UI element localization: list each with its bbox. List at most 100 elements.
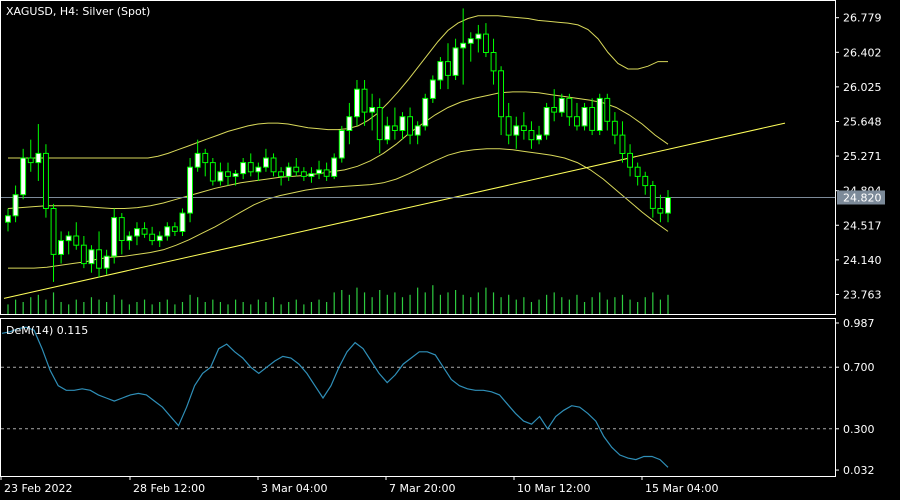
bull-candle [338,130,345,159]
bull-candle [452,47,459,76]
dem-tick-label: 0.987 [843,317,875,330]
bear-candle [611,120,618,136]
bull-candle [111,217,118,257]
bull-candle [126,235,133,242]
bull-candle [665,197,671,214]
bull-candle [422,97,429,127]
bull-candle [513,125,520,136]
price-tick-label: 26.402 [843,46,882,59]
bull-candle [429,79,436,99]
time-tick-label: 23 Feb 2022 [4,482,72,495]
bull-candle [369,107,376,113]
dem-indicator-label: DeM(14) 0.115 [6,324,88,337]
bear-candle [323,169,330,177]
bull-candle [308,173,315,177]
bear-candle [483,33,489,53]
bull-candle [187,166,194,214]
bull-candle [5,215,11,223]
bear-candle [619,134,626,155]
bear-candle [649,185,656,209]
bear-candle [50,208,57,255]
price-tick-label: 25.271 [843,150,882,163]
bull-candle [596,97,603,131]
bull-candle [467,38,474,44]
bear-candle [627,152,633,168]
bull-candle [543,107,550,136]
bear-candle [566,97,573,118]
bear-candle [96,249,102,269]
bull-candle [331,157,338,177]
time-tick-label: 10 Mar 12:00 [517,482,590,495]
bull-candle [263,157,269,168]
bear-candle [657,208,664,214]
bull-candle [232,173,239,177]
time-tick-label: 3 Mar 04:00 [261,482,327,495]
trading-chart[interactable]: 26.77926.40226.02525.64825.27124.89424.5… [0,0,900,500]
bear-candle [642,175,649,187]
bear-candle [551,107,558,113]
bull-candle [194,152,201,168]
bear-candle [171,226,178,232]
bear-candle [270,157,277,173]
bear-candle [407,116,414,136]
bull-candle [164,226,171,237]
bear-candle [149,233,156,242]
bull-candle [65,235,72,242]
bull-candle [581,107,588,127]
bear-candle [80,244,87,265]
price-axis: 26.77926.40226.02525.64825.27124.89424.5… [835,12,885,302]
bull-candle [179,212,186,233]
bull-candle [88,249,95,265]
bear-candle [361,88,368,113]
bull-candle [58,240,64,255]
dem-tick-label: 0.700 [843,361,875,374]
bear-candle [604,97,611,122]
bull-candle [460,42,467,49]
bull-candle [475,33,482,40]
bull-candle [399,116,406,131]
price-tick-label: 24.517 [843,219,882,232]
bear-candle [391,125,398,132]
price-tick-label: 26.025 [843,81,882,94]
bear-candle [293,166,300,173]
price-tick-label: 23.763 [843,289,882,302]
bear-candle [141,228,148,235]
bear-candle [118,217,125,242]
bull-candle [437,61,444,81]
bear-candle [209,162,216,182]
price-tick-label: 26.779 [843,12,882,25]
bear-candle [490,52,497,72]
bull-candle [285,166,292,177]
bull-candle [536,134,542,141]
bull-candle [354,88,360,118]
bear-candle [505,116,512,136]
price-tick-label: 24.140 [843,254,882,267]
bull-candle [255,166,262,173]
bear-candle [73,235,80,246]
bear-candle [247,162,254,173]
bear-candle [498,70,505,118]
bear-candle [225,171,231,177]
bear-candle [27,157,34,164]
time-tick-label: 28 Feb 12:00 [133,482,205,495]
bear-candle [634,166,641,177]
bear-candle [445,61,451,76]
bear-candle [300,171,307,177]
time-tick-label: 7 Mar 20:00 [389,482,455,495]
bear-candle [574,116,580,127]
bull-candle [346,116,353,131]
dem-tick-label: 0.300 [843,423,875,436]
bear-candle [278,171,285,177]
bull-candle [156,235,163,242]
bull-candle [134,228,140,237]
bull-candle [12,194,19,217]
bear-candle [589,107,596,131]
symbol-label: XAGUSD, H4: Silver (Spot) [6,5,150,18]
bear-candle [202,152,209,164]
bull-candle [558,97,565,113]
bull-candle [20,157,27,196]
bear-candle [376,107,383,141]
bear-candle [520,125,527,132]
bull-candle [35,152,42,164]
price-tick-label: 25.648 [843,116,882,129]
